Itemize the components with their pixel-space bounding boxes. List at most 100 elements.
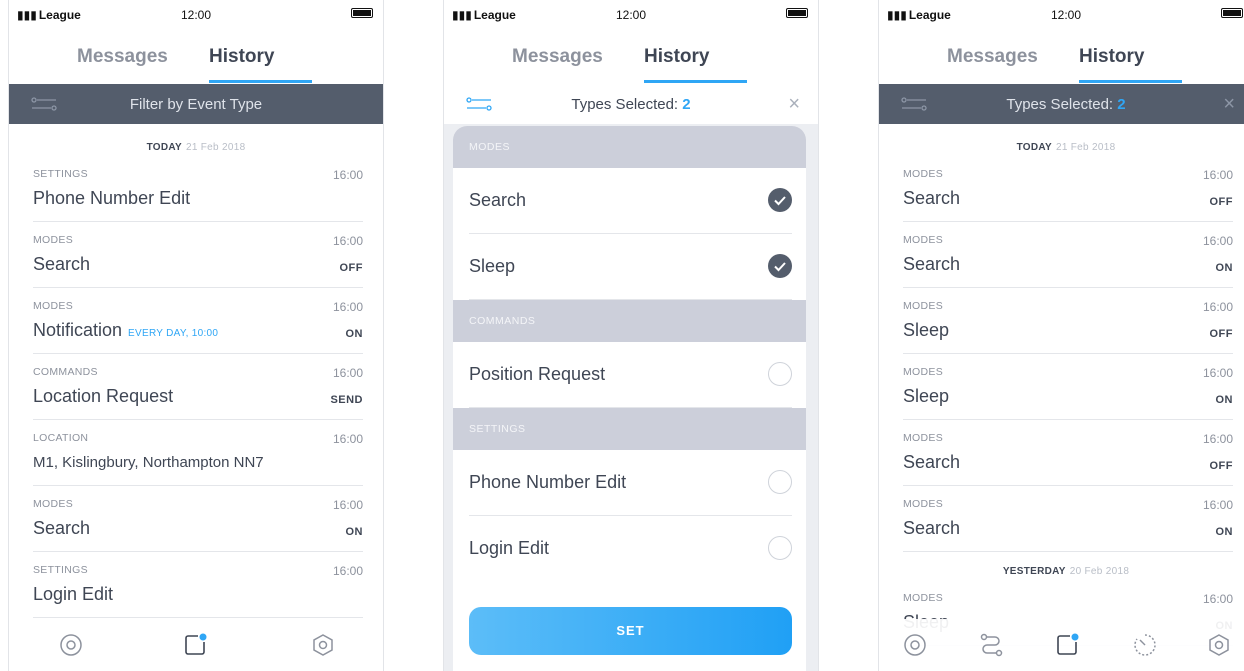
row-title: Sleep (903, 386, 950, 406)
filter-bar[interactable]: Types Selected: 2 × (879, 84, 1244, 124)
history-row[interactable]: MODES Sleep 16:00 OFF (903, 288, 1233, 354)
tab-history[interactable]: History (209, 46, 274, 68)
row-title: Search (33, 518, 91, 538)
row-time: 16:00 (1202, 366, 1233, 380)
tab-messages[interactable]: Messages (947, 46, 1038, 68)
history-row[interactable]: LOCATION M1, Kislingbury, Northampton NN7… (33, 420, 363, 486)
filter-option[interactable]: Login Edit (469, 516, 792, 582)
day-date: 20 Feb 2018 (1069, 566, 1130, 577)
tab-bar: Messages History (9, 26, 383, 84)
day-header: YESTERDAY 20 Feb 2018 (879, 552, 1244, 580)
row-title: Notification (33, 320, 123, 340)
history-icon[interactable] (183, 633, 207, 657)
day-date: 21 Feb 2018 (185, 142, 246, 153)
types-selected[interactable]: Types Selected: 2 (879, 96, 1244, 113)
row-time: 16:00 (1202, 300, 1233, 314)
row-time: 16:00 (332, 366, 363, 380)
empty-circle-icon[interactable] (768, 536, 792, 560)
row-time: 16:00 (332, 234, 363, 248)
row-state: ON (345, 328, 363, 340)
row-category: MODES (903, 498, 944, 510)
checkmark-icon[interactable] (768, 254, 792, 278)
filter-option[interactable]: Position Request (469, 342, 792, 408)
history-screen-filtered: ▮▮▮ League 12:00 Messages History Types S… (878, 0, 1244, 671)
filter-placeholder[interactable]: Filter by Event Type (9, 96, 383, 113)
day-label: YESTERDAY (1002, 566, 1066, 577)
history-row[interactable]: MODES Search 16:00 ON (903, 222, 1233, 288)
row-category: SETTINGS (33, 168, 88, 180)
row-category: MODES (33, 498, 74, 510)
row-state: ON (1215, 262, 1233, 274)
section-header: COMMANDS (453, 300, 806, 342)
route-icon[interactable] (979, 633, 1003, 657)
history-row[interactable]: SETTINGS Login Edit 16:00 (33, 552, 363, 618)
row-state: OFF (1209, 328, 1233, 340)
close-icon[interactable]: × (1223, 93, 1235, 116)
clock: 12:00 (180, 8, 212, 22)
history-icon[interactable] (1055, 633, 1079, 657)
target-icon[interactable] (59, 633, 83, 657)
history-row[interactable]: MODES Notification EVERY DAY, 10:00 16:00 ON (33, 288, 363, 354)
filter-option[interactable]: Phone Number Edit (469, 450, 792, 516)
filter-option[interactable]: Sleep (469, 234, 792, 300)
history-row[interactable]: MODES Search 16:00 OFF (33, 222, 363, 288)
row-category: MODES (903, 168, 944, 180)
row-category: MODES (903, 366, 944, 378)
settings-icon[interactable] (1207, 633, 1231, 657)
row-time: 16:00 (332, 564, 363, 578)
filter-bar: Types Selected: 2 × (444, 84, 818, 124)
history-row[interactable]: SETTINGS Phone Number Edit 16:00 (33, 156, 363, 222)
history-row[interactable]: COMMANDS Location Request 16:00 SEND (33, 354, 363, 420)
row-category: MODES (33, 300, 74, 312)
row-title: Search (903, 254, 961, 274)
filter-bar[interactable]: Filter by Event Type (9, 84, 383, 124)
tab-indicator (1079, 80, 1182, 83)
tab-messages[interactable]: Messages (77, 46, 168, 68)
types-selected-count: 2 (1117, 96, 1126, 113)
row-title: Login Edit (33, 584, 114, 604)
timer-icon[interactable] (1133, 633, 1157, 657)
section-header: MODES (453, 126, 806, 168)
close-icon[interactable]: × (788, 93, 800, 116)
empty-circle-icon[interactable] (768, 362, 792, 386)
battery-icon (351, 8, 373, 18)
row-title: Location Request (33, 386, 174, 406)
set-button[interactable]: SET (469, 607, 792, 655)
history-row[interactable]: MODES Sleep 16:00 ON (903, 354, 1233, 420)
status-bar: ▮▮▮ League 12:00 (9, 0, 383, 26)
tab-bar: Messages History (444, 26, 818, 84)
row-state: OFF (1209, 460, 1233, 472)
row-state: ON (1215, 394, 1233, 406)
day-label: TODAY (1016, 142, 1052, 153)
settings-icon[interactable] (311, 633, 335, 657)
row-category: MODES (903, 234, 944, 246)
tab-messages[interactable]: Messages (512, 46, 603, 68)
filter-screen: ▮▮▮ League 12:00 Messages History Types S… (443, 0, 819, 671)
row-title: Search (903, 518, 961, 538)
row-subtitle: EVERY DAY, 10:00 (128, 328, 219, 339)
history-list: TODAY 21 Feb 2018 MODES Search 16:00 OFF MODES… (879, 124, 1244, 671)
tab-history[interactable]: History (1079, 46, 1144, 68)
history-row[interactable]: MODES Search 16:00 OFF (903, 420, 1233, 486)
types-selected-label: Types Selected: (1006, 96, 1114, 113)
row-state: OFF (339, 262, 363, 274)
checkmark-icon[interactable] (768, 188, 792, 212)
tab-history[interactable]: History (644, 46, 709, 68)
row-title: M1, Kislingbury, Northampton NN7 (33, 454, 264, 471)
status-bar: ▮▮▮ League 12:00 (444, 0, 818, 26)
filter-option-label: Sleep (469, 256, 516, 276)
target-icon[interactable] (903, 633, 927, 657)
empty-circle-icon[interactable] (768, 470, 792, 494)
row-time: 16:00 (332, 498, 363, 512)
row-time: 16:00 (332, 168, 363, 182)
row-time: 16:00 (332, 300, 363, 314)
history-row[interactable]: MODES Search 16:00 ON (903, 486, 1233, 552)
filter-option[interactable]: Search (469, 168, 792, 234)
history-row[interactable]: MODES Search 16:00 ON (33, 486, 363, 552)
battery-icon (1221, 8, 1243, 18)
history-row[interactable]: MODES Search 16:00 OFF (903, 156, 1233, 222)
row-category: LOCATION (33, 432, 89, 444)
row-title: Search (33, 254, 91, 274)
tab-bar: Messages History (879, 26, 1244, 84)
row-time: 16:00 (1202, 168, 1233, 182)
